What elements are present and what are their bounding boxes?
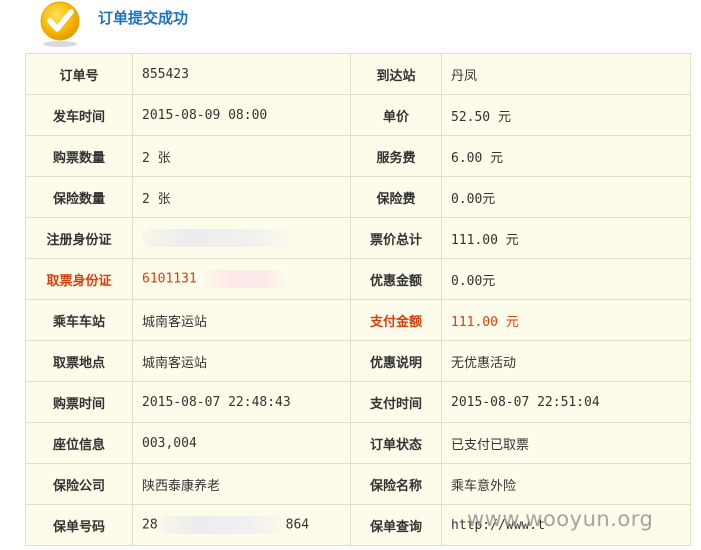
label-departure-time: 发车时间 xyxy=(25,94,133,136)
label-insurance-name: 保险名称 xyxy=(350,463,442,505)
label-purchase-time: 购票时间 xyxy=(25,381,133,423)
label-pickup-location: 取票地点 xyxy=(25,340,133,382)
value-order-number: 855423 xyxy=(132,53,351,95)
value-destination: 丹凤 xyxy=(441,53,691,95)
value-pickup-id: 6101131 xyxy=(132,258,351,300)
value-policy-number: 28 864 xyxy=(132,504,351,546)
label-registered-id: 注册身份证 xyxy=(25,217,133,259)
table-row: 取票地点 城南客运站 优惠说明 无优惠活动 xyxy=(25,340,691,382)
label-policy-number: 保单号码 xyxy=(25,504,133,546)
value-payment-amount: 111.00 元 xyxy=(441,299,691,341)
value-insurance-fee: 0.00元 xyxy=(441,176,691,218)
label-ticket-total: 票价总计 xyxy=(350,217,442,259)
label-pickup-id: 取票身份证 xyxy=(25,258,133,300)
order-details-table: 订单号 855423 到达站 丹凤 发车时间 2015-08-09 08:00 … xyxy=(25,53,691,546)
label-ticket-count: 购票数量 xyxy=(25,135,133,177)
value-ticket-total: 111.00 元 xyxy=(441,217,691,259)
table-row: 订单号 855423 到达站 丹凤 xyxy=(25,53,691,95)
value-insurance-count: 2 张 xyxy=(132,176,351,218)
check-badge-icon xyxy=(40,1,80,47)
label-destination: 到达站 xyxy=(350,53,442,95)
table-row: 乘车车站 城南客运站 支付金额 111.00 元 xyxy=(25,299,691,341)
label-discount-amount: 优惠金额 xyxy=(350,258,442,300)
label-order-status: 订单状态 xyxy=(350,422,442,464)
table-row: 发车时间 2015-08-09 08:00 单价 52.50 元 xyxy=(25,94,691,136)
value-registered-id xyxy=(132,217,351,259)
value-insurance-company: 陕西泰康养老 xyxy=(132,463,351,505)
label-boarding-station: 乘车车站 xyxy=(25,299,133,341)
value-ticket-count: 2 张 xyxy=(132,135,351,177)
table-row: 购票时间 2015-08-07 22:48:43 支付时间 2015-08-07… xyxy=(25,381,691,423)
pickup-id-text: 6101131 xyxy=(142,271,197,287)
value-pickup-location: 城南客运站 xyxy=(132,340,351,382)
value-payment-time: 2015-08-07 22:51:04 xyxy=(441,381,691,423)
table-row: 保险公司 陕西泰康养老 保险名称 乘车意外险 xyxy=(25,463,691,505)
label-order-number: 订单号 xyxy=(25,53,133,95)
redacted-blur xyxy=(142,229,290,247)
policy-number-tail: 864 xyxy=(285,517,310,533)
label-policy-query: 保单查询 xyxy=(350,504,442,546)
redacted-blur xyxy=(204,270,287,288)
label-insurance-company: 保险公司 xyxy=(25,463,133,505)
value-seat-info: 003,004 xyxy=(132,422,351,464)
redacted-blur xyxy=(157,516,286,534)
value-purchase-time: 2015-08-07 22:48:43 xyxy=(132,381,351,423)
table-row: 取票身份证 6101131 优惠金额 0.00元 xyxy=(25,258,691,300)
page-title: 订单提交成功 xyxy=(98,9,189,27)
success-header: 订单提交成功 xyxy=(0,0,701,50)
label-payment-time: 支付时间 xyxy=(350,381,442,423)
label-insurance-count: 保险数量 xyxy=(25,176,133,218)
table-row: 保险数量 2 张 保险费 0.00元 xyxy=(25,176,691,218)
table-row: 购票数量 2 张 服务费 6.00 元 xyxy=(25,135,691,177)
label-discount-note: 优惠说明 xyxy=(350,340,442,382)
watermark: www.wooyun.org xyxy=(467,507,654,531)
value-discount-amount: 0.00元 xyxy=(441,258,691,300)
value-boarding-station: 城南客运站 xyxy=(132,299,351,341)
policy-number-head: 28 xyxy=(142,517,158,533)
value-unit-price: 52.50 元 xyxy=(441,94,691,136)
value-service-fee: 6.00 元 xyxy=(441,135,691,177)
label-seat-info: 座位信息 xyxy=(25,422,133,464)
label-insurance-fee: 保险费 xyxy=(350,176,442,218)
value-departure-time: 2015-08-09 08:00 xyxy=(132,94,351,136)
value-discount-note: 无优惠活动 xyxy=(441,340,691,382)
table-row: 座位信息 003,004 订单状态 已支付已取票 xyxy=(25,422,691,464)
value-insurance-name: 乘车意外险 xyxy=(441,463,691,505)
label-service-fee: 服务费 xyxy=(350,135,442,177)
label-payment-amount: 支付金额 xyxy=(350,299,442,341)
table-row: 注册身份证 票价总计 111.00 元 xyxy=(25,217,691,259)
value-order-status: 已支付已取票 xyxy=(441,422,691,464)
label-unit-price: 单价 xyxy=(350,94,442,136)
